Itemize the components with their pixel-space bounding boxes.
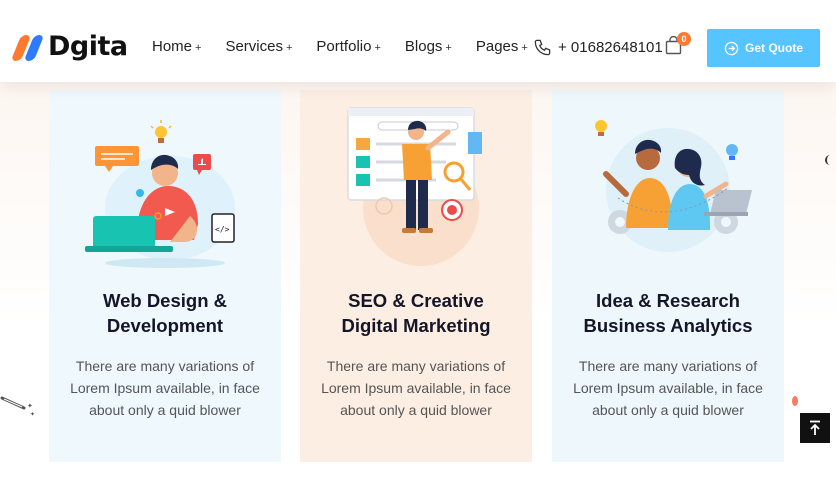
plus-icon: +	[521, 42, 528, 54]
card-description: There are many variations of Lorem Ipsum…	[321, 358, 511, 418]
svg-text:</>: </>	[215, 225, 230, 234]
nav-item-blogs[interactable]: Blogs +	[405, 38, 452, 55]
logo-mark-icon	[10, 33, 45, 61]
get-quote-label: Get Quote	[744, 41, 803, 55]
main-nav: Home + Services + Portfolio + Blogs + Pages +	[152, 38, 552, 55]
web-design-illustration-icon: </>	[85, 120, 235, 268]
cart-button[interactable]: 0	[665, 32, 691, 60]
service-card-analytics[interactable]: Idea & Research Business Analytics There…	[552, 90, 784, 462]
site-header: Dgita Home + Services + Portfolio + Blogs + …	[0, 0, 836, 82]
card-title: Web Design & Development	[102, 290, 228, 336]
plus-icon: +	[374, 42, 381, 54]
nav-item-pages[interactable]: Pages +	[476, 38, 528, 55]
card-title: SEO & Creative Digital Marketing	[341, 290, 491, 336]
phone-number: + 01682648101	[558, 39, 663, 56]
card-title: Idea & Research Business Analytics	[583, 290, 753, 336]
research-analytics-illustration-icon	[595, 120, 752, 252]
get-quote-button[interactable]: Get Quote	[707, 29, 820, 67]
service-card-seo[interactable]: SEO & Creative Digital Marketing There a…	[300, 90, 532, 462]
pencil-decoration-icon: ✦ ✦	[0, 396, 35, 418]
dot-decoration-icon	[792, 396, 798, 406]
plus-icon: +	[445, 42, 452, 54]
plus-icon: +	[285, 42, 293, 54]
arrow-up-icon	[810, 420, 820, 435]
cart-count-badge: 0	[677, 32, 691, 46]
card-description: There are many variations of Lorem Ipsum…	[70, 358, 260, 418]
card-description: There are many variations of Lorem Ipsum…	[573, 358, 763, 418]
svg-text:✦: ✦	[30, 411, 35, 418]
logo-text: Dgita	[48, 31, 128, 62]
nav-item-home[interactable]: Home +	[152, 38, 201, 55]
arc-decoration-icon	[825, 155, 835, 165]
scroll-to-top-button[interactable]	[800, 413, 830, 443]
arrow-circle-icon	[724, 41, 739, 55]
phone-icon	[534, 39, 551, 56]
plus-icon: +	[195, 42, 202, 54]
phone-contact[interactable]: + 01682648101	[533, 38, 663, 57]
nav-item-portfolio[interactable]: Portfolio +	[316, 38, 380, 55]
svg-text:✦: ✦	[27, 402, 33, 410]
logo[interactable]: Dgita	[10, 31, 128, 62]
seo-marketing-illustration-icon	[347, 107, 482, 266]
nav-item-services[interactable]: Services +	[225, 38, 292, 55]
service-card-web-design[interactable]: </> Web Design & Development There are m…	[49, 90, 281, 462]
